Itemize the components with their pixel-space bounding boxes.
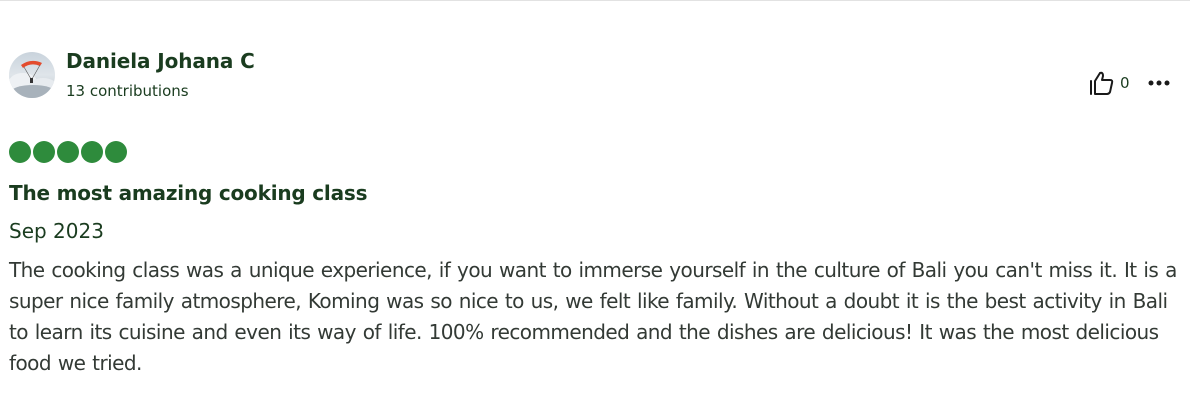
top-divider (0, 0, 1190, 1)
review-title[interactable]: The most amazing cooking class (9, 181, 367, 205)
review-actions: 0 (1088, 70, 1170, 96)
rating-bubble (9, 141, 31, 163)
more-options-button[interactable] (1148, 80, 1170, 86)
thumbs-up-icon (1088, 70, 1114, 96)
author-contributions: 13 contributions (66, 82, 189, 100)
rating-bubbles (9, 141, 127, 163)
review-date: Sep 2023 (9, 219, 104, 243)
avatar-image (9, 60, 55, 98)
helpful-vote-button[interactable]: 0 (1088, 70, 1130, 96)
avatar[interactable] (9, 52, 55, 98)
rating-bubble (81, 141, 103, 163)
author-name[interactable]: Daniela Johana C (66, 49, 255, 73)
rating-bubble (33, 141, 55, 163)
review-body: The cooking class was a unique experienc… (9, 258, 1177, 375)
rating-bubble (57, 141, 79, 163)
rating-bubble (105, 141, 127, 163)
more-options-icon (1148, 80, 1170, 86)
helpful-count: 0 (1120, 74, 1130, 92)
